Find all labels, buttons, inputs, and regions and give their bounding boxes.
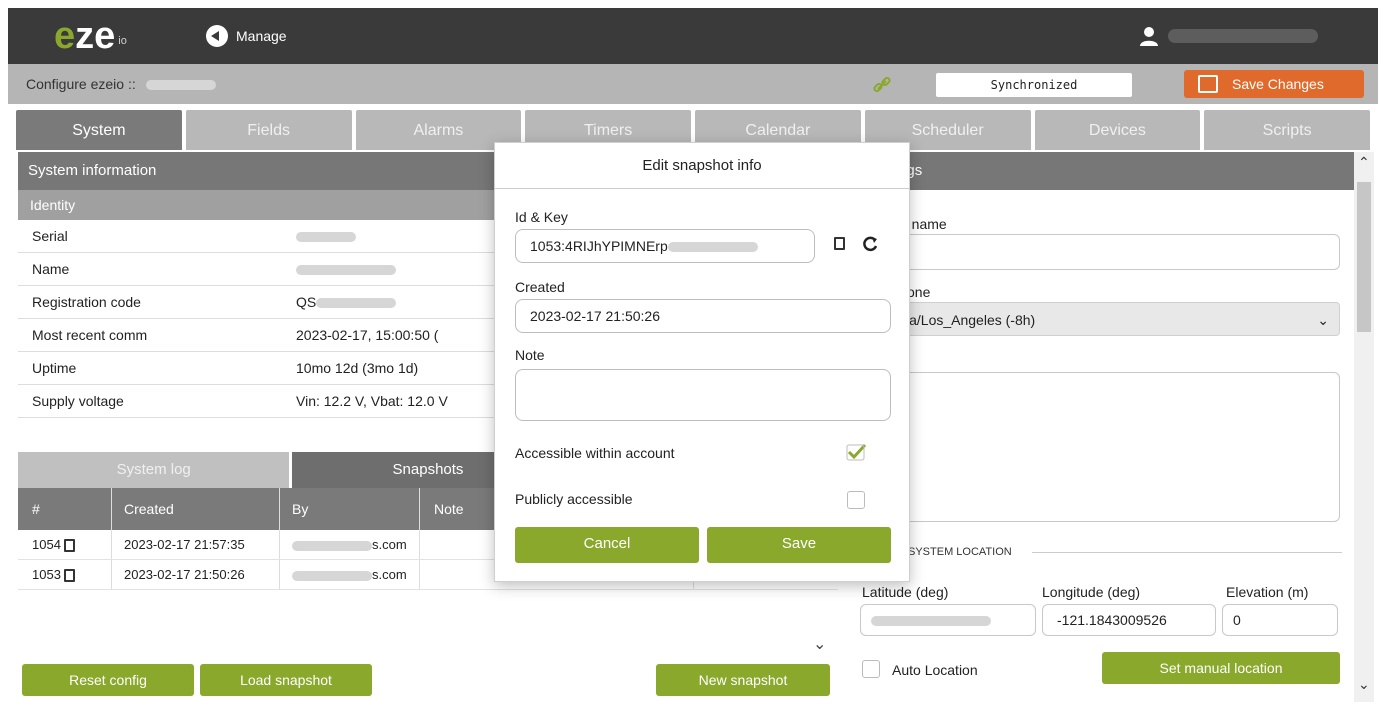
info-key: Supply voltage xyxy=(32,393,124,409)
auto-location-checkbox[interactable] xyxy=(862,660,880,678)
name-redacted xyxy=(296,265,396,276)
name-input[interactable]: 2 xyxy=(888,234,1340,270)
email-redacted xyxy=(292,570,372,581)
chevron-down-icon[interactable]: ⌄ xyxy=(813,634,826,654)
longitude-label: Longitude (deg) xyxy=(1042,584,1141,600)
config-title: Configure ezeio :: xyxy=(26,76,216,92)
copy-icon[interactable] xyxy=(63,569,75,583)
reset-config-button[interactable]: Reset config xyxy=(22,664,194,696)
latitude-input[interactable] xyxy=(860,604,1036,636)
timezone-value: ica/Los_Angeles (-8h) xyxy=(899,312,1036,328)
chevron-down-icon[interactable]: ⌄ xyxy=(1358,676,1370,693)
note-label: Note xyxy=(515,347,545,363)
dialog-title: Edit snapshot info xyxy=(495,143,909,189)
accessible-label: Accessible within account xyxy=(515,445,675,461)
snapshot-id-text: 1053 xyxy=(32,567,61,582)
snapshot-id: 1054 xyxy=(18,530,112,559)
refresh-icon[interactable] xyxy=(861,235,879,253)
key-redacted xyxy=(667,242,758,253)
sync-status: Synchronized xyxy=(936,73,1132,97)
serial-redacted xyxy=(296,232,356,243)
user-name-redacted xyxy=(1168,29,1318,43)
device-name-redacted xyxy=(145,80,216,91)
config-bar: Configure ezeio :: Synchronized Save Cha… xyxy=(8,64,1378,104)
link-icon xyxy=(873,76,891,93)
description-textarea[interactable] xyxy=(888,372,1340,522)
manage-label: Manage xyxy=(236,28,287,44)
logo-io: io xyxy=(118,35,127,47)
elevation-label: Elevation (m) xyxy=(1226,584,1309,600)
edit-snapshot-dialog: Edit snapshot info Id & Key 1053:4RIJhYP… xyxy=(494,142,910,582)
latitude-redacted xyxy=(871,616,991,627)
snapshot-by: s.com xyxy=(280,560,420,589)
email-redacted xyxy=(292,540,372,551)
info-key: Serial xyxy=(32,228,68,244)
logo-e: e xyxy=(54,15,76,57)
snapshot-created: 2023-02-17 21:57:35 xyxy=(112,530,280,559)
id-key-input[interactable]: 1053:4RIJhYPIMNErp xyxy=(515,229,815,263)
save-button[interactable]: Save xyxy=(707,527,891,563)
set-manual-location-button[interactable]: Set manual location xyxy=(1102,652,1340,684)
auto-location-label: Auto Location xyxy=(892,662,978,678)
manage-link[interactable]: Manage xyxy=(206,24,287,48)
info-key: Uptime xyxy=(32,360,77,376)
check-icon xyxy=(846,443,867,461)
save-changes-button[interactable]: Save Changes xyxy=(1184,70,1364,98)
snapshot-by-text: s.com xyxy=(372,567,407,582)
chevron-up-icon[interactable]: ⌃ xyxy=(1358,154,1370,171)
created-label: Created xyxy=(515,279,565,295)
copy-icon[interactable] xyxy=(63,539,75,553)
top-bar: eze io Manage xyxy=(8,8,1378,64)
tab-system[interactable]: System xyxy=(16,110,182,150)
registration-code-value: QS xyxy=(296,294,317,310)
config-title-text: Configure ezeio :: xyxy=(26,76,136,92)
share-icon xyxy=(1198,75,1218,93)
accessible-checkbox[interactable] xyxy=(846,443,867,461)
back-arrow-icon xyxy=(206,25,228,47)
copy-icon[interactable] xyxy=(834,237,845,250)
settings-header: n settings xyxy=(848,152,1354,190)
col-id: # xyxy=(18,488,112,530)
ezeio-logo[interactable]: eze io xyxy=(54,15,127,57)
public-label: Publicly accessible xyxy=(515,491,633,507)
registration-code-redacted xyxy=(316,298,397,309)
chevron-down-icon: ⌄ xyxy=(1317,312,1329,328)
note-input[interactable] xyxy=(515,369,891,421)
info-key: Most recent comm xyxy=(32,327,148,343)
latitude-label: Latitude (deg) xyxy=(862,584,949,600)
snapshot-created: 2023-02-17 21:50:26 xyxy=(112,560,280,589)
snapshot-id-text: 1054 xyxy=(32,537,61,552)
tab-scripts[interactable]: Scripts xyxy=(1204,110,1370,150)
tab-fields[interactable]: Fields xyxy=(185,110,352,150)
new-snapshot-button[interactable]: New snapshot xyxy=(656,664,830,696)
longitude-input[interactable]: -121.1843009526 xyxy=(1042,604,1216,636)
scrollbar-thumb[interactable] xyxy=(1357,182,1371,332)
id-key-label: Id & Key xyxy=(515,209,568,225)
public-checkbox[interactable] xyxy=(847,491,865,509)
snapshot-by-text: s.com xyxy=(372,537,407,552)
info-key: Registration code xyxy=(32,294,141,310)
snapshot-buttons: Reset config Load snapshot New snapshot xyxy=(22,664,838,698)
divider xyxy=(1032,552,1342,553)
id-key-value: 1053:4RIJhYPIMNErp xyxy=(530,238,668,254)
col-by: By xyxy=(280,488,420,530)
user-menu[interactable] xyxy=(1138,25,1318,47)
info-key: Name xyxy=(32,261,70,277)
settings-panel: n settings n name 2 zone ica/Los_Angeles… xyxy=(848,152,1354,702)
load-snapshot-button[interactable]: Load snapshot xyxy=(200,664,372,696)
cancel-button[interactable]: Cancel xyxy=(515,527,699,563)
snapshot-by: s.com xyxy=(280,530,420,559)
tab-system-log[interactable]: System log xyxy=(18,452,290,488)
tab-devices[interactable]: Devices xyxy=(1034,110,1201,150)
col-created: Created xyxy=(112,488,280,530)
snapshot-id: 1053 xyxy=(18,560,112,589)
user-icon xyxy=(1140,27,1158,46)
logo-ze: ze xyxy=(75,15,116,57)
elevation-input[interactable]: 0 xyxy=(1222,604,1338,636)
vertical-scrollbar[interactable]: ⌃ ⌄ xyxy=(1354,152,1374,702)
created-input[interactable]: 2023-02-17 21:50:26 xyxy=(515,299,891,333)
timezone-select[interactable]: ica/Los_Angeles (-8h) ⌄ xyxy=(888,302,1340,336)
system-location-label: SYSTEM LOCATION xyxy=(908,546,1012,558)
save-changes-label: Save Changes xyxy=(1232,76,1324,92)
